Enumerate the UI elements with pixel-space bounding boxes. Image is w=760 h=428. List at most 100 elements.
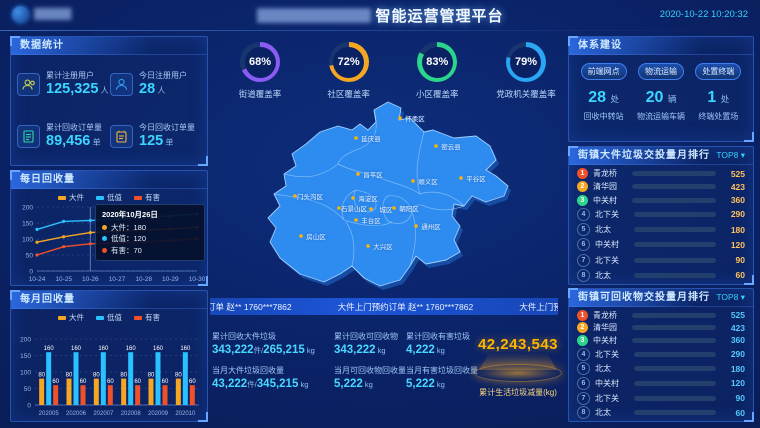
svg-text:100: 100 xyxy=(20,370,31,377)
ranking-row[interactable]: 8 北太 60 xyxy=(577,269,745,282)
summary-value: 343,222 kg xyxy=(334,344,406,356)
rank-badge: 3 xyxy=(577,195,588,206)
panel-title-data-statistics: 数据统计 xyxy=(11,37,207,55)
summary-stats: 累计回收大件垃圾 343,222件/265,215 kg 累计回收可回收物 34… xyxy=(212,331,467,390)
summary-value: 5,222 kg xyxy=(334,378,406,390)
stat-value: 28 人 xyxy=(139,81,187,98)
summary-cell: 当月大件垃圾回收量 43,222件/345,215 kg xyxy=(212,365,334,390)
beijing-district-map[interactable]: 怀柔区延庆县密云县昌平区顺义区平谷区门头沟区海淀区石景山区城区朝阳区丰台区通州区… xyxy=(228,94,550,296)
rank-bar xyxy=(634,410,716,415)
rank-name: 中关村 xyxy=(593,195,627,206)
svg-text:0: 0 xyxy=(27,403,31,410)
panel-bulky-waste-ranking: 街镇大件垃圾交投量月排行 TOP8 ▾ 1 青龙桥 525 2 清华园 423 … xyxy=(568,146,754,285)
svg-text:200: 200 xyxy=(22,205,33,212)
legend-item[interactable]: 有害 xyxy=(134,312,160,323)
ranking-row[interactable]: 6 中关村 120 xyxy=(577,238,745,251)
stat-value: 125,325 人 xyxy=(46,81,109,98)
ranking-row[interactable]: 7 北下关 90 xyxy=(577,392,745,405)
rank-name: 中关村 xyxy=(595,378,629,389)
rank-bar xyxy=(634,227,716,232)
rank-badge: 1 xyxy=(577,168,588,179)
svg-text:10-26: 10-26 xyxy=(82,276,99,283)
ranking-row[interactable]: 2 清华园 423 xyxy=(577,181,745,192)
ranking-row[interactable]: 5 北太 180 xyxy=(577,362,745,375)
svg-text:202005: 202005 xyxy=(39,411,60,417)
monthly-bar-chart[interactable]: 0501001502002020058016060202006801606020… xyxy=(11,323,205,423)
tooltip-date: 2020年10月26日 xyxy=(102,209,198,220)
ranking-row[interactable]: 6 中关村 120 xyxy=(577,377,745,390)
district-label: 门头沟区 xyxy=(297,192,324,201)
order-today-icon xyxy=(110,125,133,148)
ranking-row[interactable]: 4 北下关 290 xyxy=(577,208,745,221)
ranking-row[interactable]: 3 中关村 360 xyxy=(577,335,745,346)
user-icon xyxy=(110,73,133,96)
tooltip-row: 低值：120 xyxy=(102,233,198,244)
legend-item[interactable]: 有害 xyxy=(134,192,160,203)
system-tab[interactable]: 物流运输 xyxy=(638,63,684,80)
gauge-percent: 68% xyxy=(245,47,276,78)
rank-name: 北太 xyxy=(595,407,629,418)
svg-text:80: 80 xyxy=(66,373,73,379)
ranking-row[interactable]: 8 北太 60 xyxy=(577,406,745,419)
title-text: 智能运营管理平台 xyxy=(375,5,503,26)
stat-value: 89,456 单 xyxy=(46,133,102,150)
legend-item[interactable]: 低值 xyxy=(96,192,122,203)
ticker-item: 大件上门预约订单 赵** 1760***7862 xyxy=(338,301,474,313)
rank-name: 北下关 xyxy=(595,209,629,220)
rank-badge: 6 xyxy=(577,377,590,390)
stat-label: 累计注册用户 xyxy=(46,70,109,81)
summary-label: 累计回收可回收物 xyxy=(334,331,406,342)
gauge-ring: 83% xyxy=(417,42,457,82)
rank-bar xyxy=(634,352,716,357)
rank-value: 290 xyxy=(721,209,745,219)
ranking-row[interactable]: 3 中关村 360 xyxy=(577,195,745,206)
legend-item[interactable]: 大件 xyxy=(58,192,84,203)
panel-system-construction: 体系建设 前端网点物流运输处置终端28 处20 辆1 处回收中转站物流运输车辆终… xyxy=(568,36,754,142)
svg-text:202009: 202009 xyxy=(148,411,169,417)
ranking-row[interactable]: 4 北下关 290 xyxy=(577,348,745,361)
rank-value: 360 xyxy=(721,195,745,205)
legend-item[interactable]: 大件 xyxy=(58,312,84,323)
svg-text:202008: 202008 xyxy=(121,411,142,417)
rank-bar xyxy=(634,381,716,386)
ranking-row[interactable]: 5 北太 180 xyxy=(577,223,745,236)
gauge-percent: 79% xyxy=(510,47,541,78)
stats-grid: 累计注册用户 125,325 人 今日注册用户 28 人 累计回收订单量 89,… xyxy=(11,55,207,162)
svg-text:60: 60 xyxy=(107,379,114,385)
rank-value: 60 xyxy=(721,408,745,418)
ranking-row[interactable]: 2 清华园 423 xyxy=(577,322,745,333)
legend-item[interactable]: 低值 xyxy=(96,312,122,323)
district-label: 顺义区 xyxy=(418,178,438,186)
header: ██████ ██████████████ 智能运营管理平台 2020-10-2… xyxy=(0,0,760,30)
district-label: 丰台区 xyxy=(361,216,381,225)
rank-name: 青龙桥 xyxy=(593,168,627,179)
system-tab[interactable]: 前端网点 xyxy=(581,63,627,80)
rank-bar xyxy=(632,184,716,189)
summary-label: 累计回收大件垃圾 xyxy=(212,331,334,342)
rank-badge: 8 xyxy=(577,406,590,419)
ranking-row[interactable]: 1 青龙桥 525 xyxy=(577,310,745,321)
ranking-row[interactable]: 1 青龙桥 525 xyxy=(577,168,745,179)
summary-label: 当月大件垃圾回收量 xyxy=(212,365,334,376)
rank-badge: 2 xyxy=(577,181,588,192)
rank-badge: 8 xyxy=(577,269,590,282)
rank-badge: 4 xyxy=(577,208,590,221)
ranking-row[interactable]: 7 北下关 90 xyxy=(577,254,745,267)
rank-badge: 6 xyxy=(577,238,590,251)
panel-recyclable-ranking: 街镇可回收物交投量月排行 TOP8 ▾ 1 青龙桥 525 2 清华园 423 … xyxy=(568,288,754,422)
district-label: 延庆县 xyxy=(361,134,381,143)
rank-name: 北太 xyxy=(595,270,629,281)
system-tab[interactable]: 处置终端 xyxy=(695,63,741,80)
svg-text:100: 100 xyxy=(22,237,33,244)
panel-monthly-recovery: 每月回收量 大件低值有害 050100150200202005801606020… xyxy=(10,290,208,422)
top8-dropdown[interactable]: TOP8 ▾ xyxy=(716,150,753,161)
top8-dropdown[interactable]: TOP8 ▾ xyxy=(716,292,753,303)
district-label: 通州区 xyxy=(421,222,441,231)
rank-name: 中关村 xyxy=(595,239,629,250)
rank-badge: 4 xyxy=(577,348,590,361)
panel-daily-recovery: 每日回收量 大件低值有害 05010015020010-2410-2510-26… xyxy=(10,170,208,286)
district-label: 朝阳区 xyxy=(399,204,419,213)
rank-value: 360 xyxy=(721,335,745,345)
rank-name: 青龙桥 xyxy=(593,310,627,321)
rank-bar xyxy=(632,313,716,318)
